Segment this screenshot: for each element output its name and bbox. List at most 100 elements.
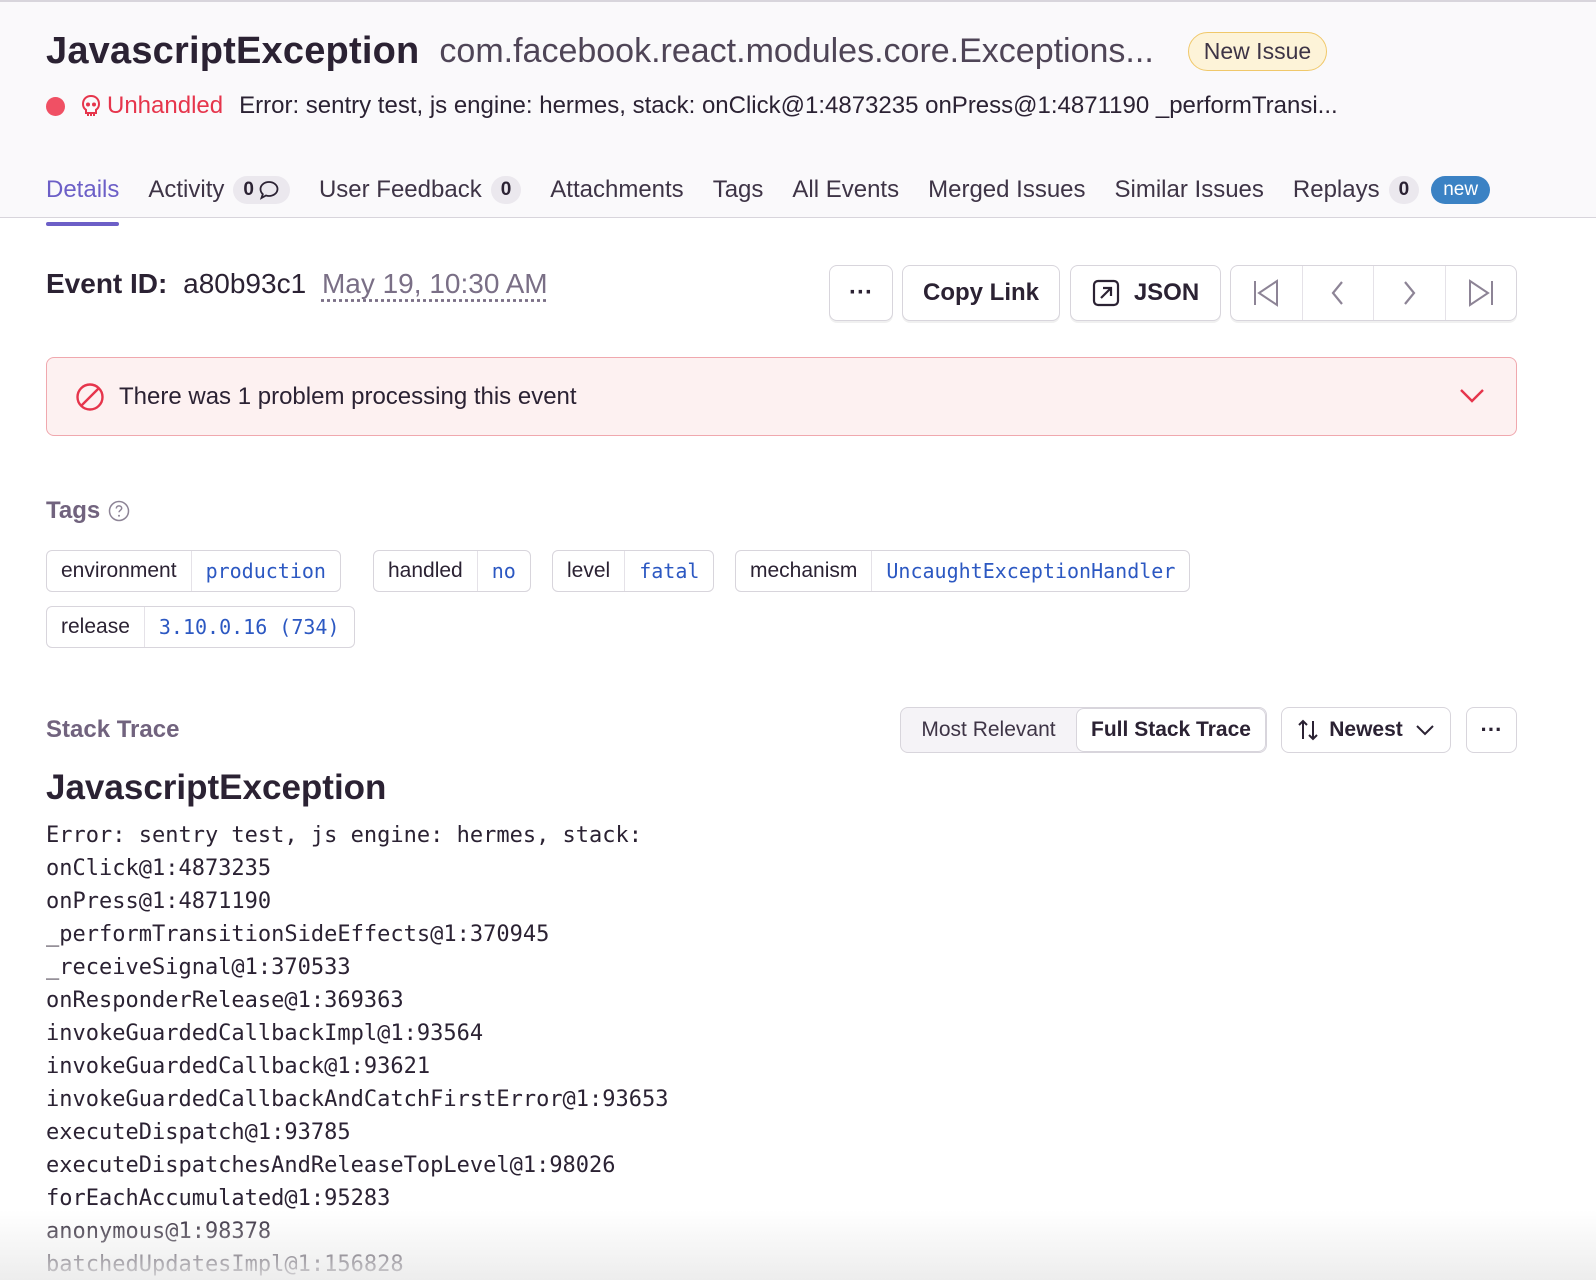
issue-title: JavascriptException (46, 30, 420, 72)
chevron-left-icon (1331, 281, 1343, 305)
exception-line: _receiveSignal@1:370533 (46, 955, 351, 980)
tab-label: Attachments (550, 176, 684, 203)
tag-mechanism[interactable]: mechanism UncaughtExceptionHandler (735, 550, 1191, 592)
issue-title-row: JavascriptException com.facebook.react.m… (46, 30, 1328, 73)
exception-value: Error: sentry test, js engine: hermes, s… (46, 819, 669, 1280)
event-id-label: Event ID: (46, 268, 168, 299)
tag-key: mechanism (736, 551, 873, 591)
tag-value[interactable]: production (192, 551, 340, 591)
issue-tabs: Details Activity 0 User Feedback 0 Attac… (46, 160, 1519, 226)
sort-order-dropdown[interactable]: Newest (1281, 707, 1451, 753)
tag-handled[interactable]: handled no (373, 550, 531, 592)
first-event-button[interactable] (1231, 266, 1303, 320)
more-icon: ··· (1480, 717, 1503, 742)
activity-count-badge: 0 (233, 176, 290, 204)
exception-line: invokeGuardedCallback@1:93621 (46, 1054, 431, 1079)
more-icon: ··· (849, 279, 873, 306)
exception-line: invokeGuardedCallbackImpl@1:93564 (46, 1021, 484, 1046)
last-page-icon (1468, 279, 1493, 307)
event-id-value: a80b93c1 (183, 268, 307, 299)
tab-label: User Feedback (318, 176, 482, 203)
sort-icon (1298, 719, 1318, 741)
issue-meta-row: Unhandled Error: sentry test, js engine:… (46, 92, 1338, 120)
first-page-icon (1254, 279, 1279, 307)
exception-line: anonymous@1:98378 (46, 1219, 272, 1244)
new-feature-badge: new (1431, 176, 1491, 204)
tab-activity[interactable]: Activity 0 (148, 170, 290, 210)
exception-line: invokeGuardedCallbackAndCatchFirstError@… (46, 1087, 669, 1112)
full-stack-trace-option[interactable]: Full Stack Trace (1076, 708, 1266, 752)
tag-key: release (47, 607, 145, 647)
copy-link-button[interactable]: Copy Link (902, 265, 1060, 321)
tag-key: handled (374, 551, 478, 591)
tab-tags[interactable]: Tags (713, 170, 764, 210)
issue-culprit: com.facebook.react.modules.core.Exceptio… (439, 32, 1154, 70)
tag-environment[interactable]: environment production (46, 550, 341, 592)
status-badge: New Issue (1187, 32, 1328, 71)
event-pager (1230, 265, 1517, 321)
tab-label: All Events (792, 176, 900, 203)
next-event-button[interactable] (1374, 266, 1446, 320)
exception-line: Error: sentry test, js engine: hermes, s… (46, 823, 643, 848)
exception-type: JavascriptException (46, 768, 387, 807)
skull-icon (80, 94, 102, 118)
tab-details[interactable]: Details (46, 170, 120, 226)
tab-replays[interactable]: Replays 0 new (1292, 170, 1491, 210)
tab-label: Details (46, 176, 120, 203)
sort-label: Newest (1329, 718, 1403, 741)
tab-merged-issues[interactable]: Merged Issues (928, 170, 1085, 210)
tab-similar-issues[interactable]: Similar Issues (1115, 170, 1264, 210)
count-value: 0 (243, 179, 254, 200)
tag-release[interactable]: release 3.10.0.16 (734) (46, 606, 355, 648)
user-feedback-count-badge: 0 (490, 176, 522, 204)
most-relevant-option[interactable]: Most Relevant (901, 708, 1076, 752)
tab-label: Replays (1292, 176, 1380, 203)
level-indicator-dot (46, 96, 65, 116)
event-date[interactable]: May 19, 10:30 AM (322, 268, 548, 299)
exception-line: batchedUpdatesImpl@1:156828 (46, 1252, 404, 1277)
processing-error-alert[interactable]: There was 1 problem processing this even… (46, 357, 1517, 436)
exception-line: executeDispatch@1:93785 (46, 1120, 351, 1145)
stack-trace-more-button[interactable]: ··· (1466, 707, 1517, 753)
json-button[interactable]: JSON (1070, 265, 1221, 321)
tag-value[interactable]: fatal (625, 551, 713, 591)
button-label: Copy Link (922, 279, 1039, 306)
exception-line: onResponderRelease@1:369363 (46, 988, 404, 1013)
section-heading: Tags (46, 497, 101, 524)
event-id-row: Event ID: a80b93c1 May 19, 10:30 AM (46, 268, 548, 300)
tag-value[interactable]: no (478, 551, 530, 591)
prohibited-icon (76, 382, 104, 411)
alert-text: There was 1 problem processing this even… (119, 382, 577, 410)
tab-all-events[interactable]: All Events (792, 170, 899, 210)
tab-label: Activity (148, 176, 225, 203)
exception-line: onClick@1:4873235 (46, 856, 272, 881)
stack-view-toggle: Most Relevant Full Stack Trace (900, 707, 1267, 753)
exception-line: forEachAccumulated@1:95283 (46, 1186, 391, 1211)
chevron-down-icon[interactable] (1458, 384, 1486, 408)
issue-header: JavascriptException com.facebook.react.m… (0, 0, 1596, 226)
button-label: JSON (1133, 279, 1200, 306)
previous-event-button[interactable] (1303, 266, 1374, 320)
tag-value[interactable]: UncaughtExceptionHandler (872, 551, 1189, 591)
chevron-down-icon (1416, 725, 1434, 736)
help-icon[interactable] (108, 500, 130, 522)
tab-label: Tags (712, 176, 764, 203)
tag-value[interactable]: 3.10.0.16 (734) (145, 607, 354, 647)
tag-level[interactable]: level fatal (552, 550, 715, 592)
exception-line: onPress@1:4871190 (46, 889, 272, 914)
last-event-button[interactable] (1446, 266, 1517, 320)
tag-key: level (553, 551, 626, 591)
stack-trace-section-title: Stack Trace (46, 716, 180, 743)
tab-attachments[interactable]: Attachments (550, 170, 683, 210)
external-link-icon (1092, 279, 1119, 307)
issue-message: Error: sentry test, js engine: hermes, s… (239, 92, 1338, 119)
exception-line: executeDispatchesAndReleaseTopLevel@1:98… (46, 1153, 616, 1178)
chevron-right-icon (1404, 281, 1416, 305)
exception-line: _performTransitionSideEffects@1:370945 (46, 922, 550, 947)
event-more-actions-button[interactable]: ··· (829, 265, 893, 321)
replays-count-badge: 0 (1388, 176, 1420, 204)
tab-label: Merged Issues (928, 176, 1086, 203)
tab-label: Similar Issues (1114, 176, 1264, 203)
tab-user-feedback[interactable]: User Feedback 0 (318, 170, 522, 210)
tag-key: environment (47, 551, 192, 591)
